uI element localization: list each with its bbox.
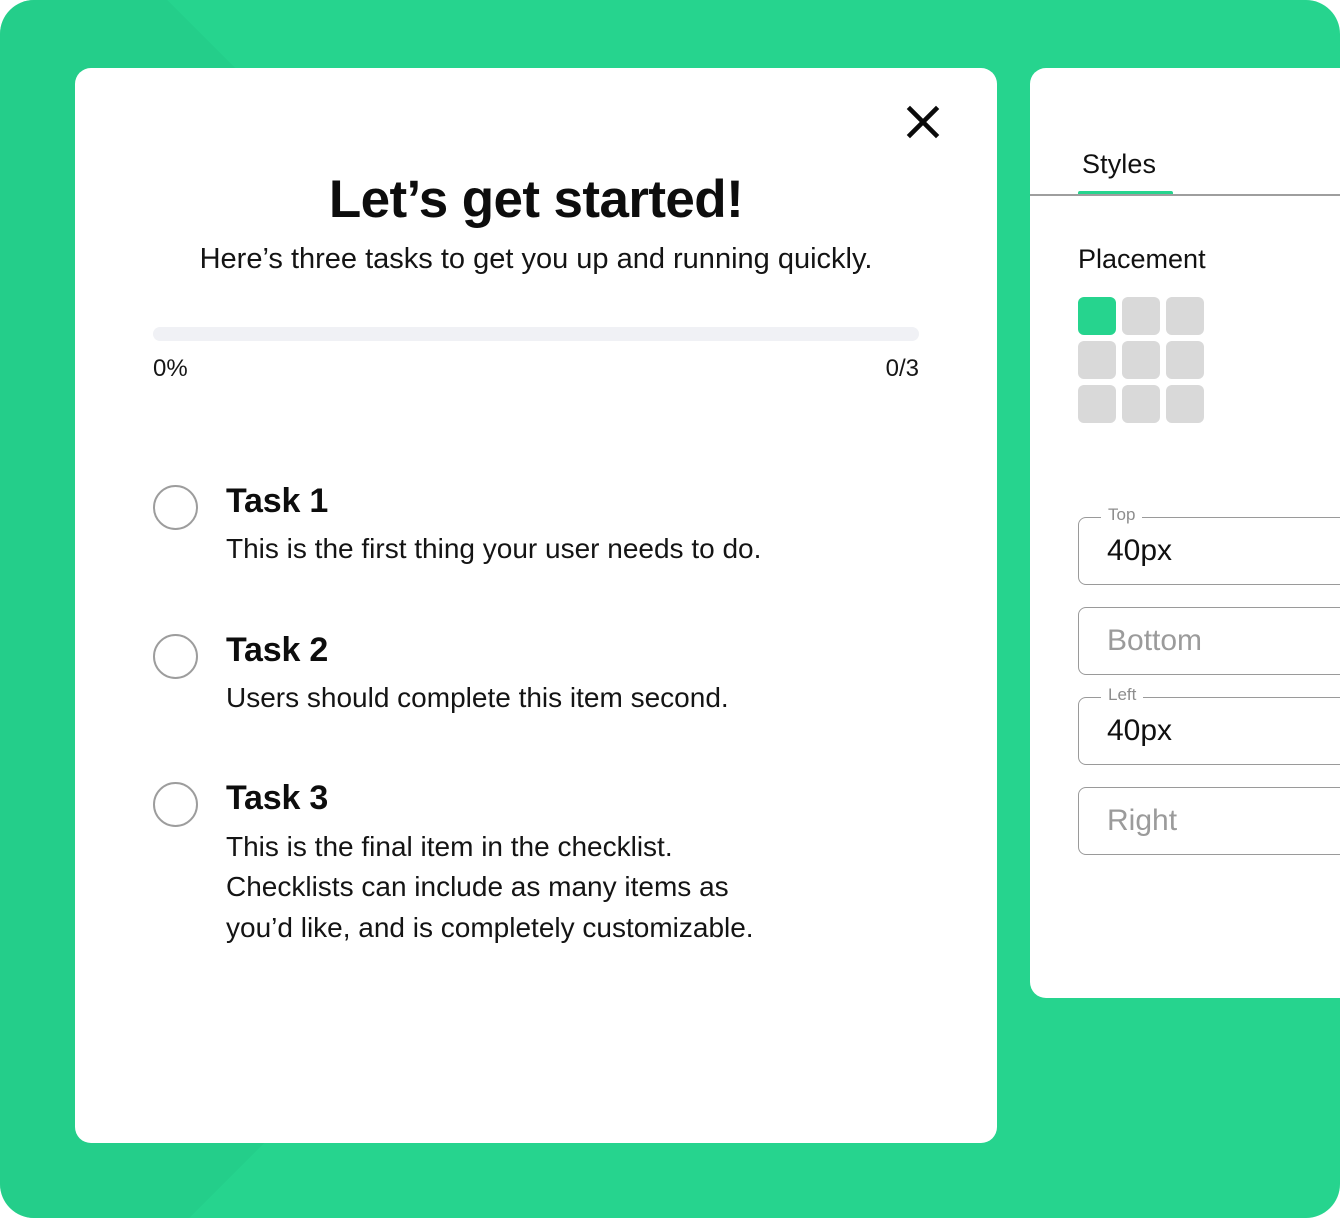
placement-cell-bottom-left[interactable] [1078, 385, 1116, 423]
task-text-group-3: Task 3 This is the final item in the che… [226, 778, 919, 948]
styles-tab-bar: Styles [1030, 68, 1340, 196]
placement-cell-middle-right[interactable] [1166, 341, 1204, 379]
close-icon[interactable] [897, 96, 949, 148]
left-offset-value: 40px [1107, 714, 1173, 747]
progress-section: 0% 0/3 [153, 327, 919, 383]
top-offset-legend: Top [1101, 506, 1143, 523]
bottom-offset-field[interactable]: Bottom [1078, 607, 1340, 675]
placement-cell-middle-left[interactable] [1078, 341, 1116, 379]
placement-label: Placement [1078, 244, 1206, 274]
right-offset-field[interactable]: Right [1078, 787, 1340, 855]
tab-styles[interactable]: Styles [1078, 149, 1160, 196]
right-offset-placeholder: Right [1107, 804, 1178, 837]
progress-bar [153, 327, 919, 342]
checklist-card: Let’s get started! Here’s three tasks to… [75, 68, 997, 1143]
task-list: Task 1 This is the first thing your user… [153, 481, 919, 948]
task-checkbox-1[interactable] [153, 485, 198, 531]
progress-percent-label: 0% [153, 355, 188, 383]
list-item[interactable]: Task 1 This is the first thing your user… [153, 481, 919, 570]
task-title-2: Task 2 [226, 630, 329, 669]
styles-panel: Styles Placement Top 40px Bottom Left 40… [1030, 68, 1340, 998]
task-description-1: This is the first thing your user needs … [226, 533, 762, 565]
task-checkbox-3[interactable] [153, 782, 198, 828]
placement-cell-top-right[interactable] [1166, 297, 1204, 335]
styles-panel-body: Placement W [1030, 196, 1340, 855]
page-subtitle: Here’s three tasks to get you up and run… [199, 243, 873, 276]
placement-cell-bottom-right[interactable] [1166, 385, 1204, 423]
task-title-1: Task 1 [226, 482, 329, 521]
progress-meta: 0% 0/3 [153, 355, 919, 383]
placement-section: Placement [1078, 244, 1206, 445]
task-text-group-1: Task 1 This is the first thing your user… [226, 481, 919, 570]
task-description-2: Users should complete this item second. [226, 681, 729, 713]
task-checkbox-2[interactable] [153, 633, 198, 679]
page-title: Let’s get started! [328, 170, 744, 229]
left-offset-field[interactable]: Left 40px [1078, 686, 1340, 765]
placement-cell-top-left[interactable] [1078, 297, 1116, 335]
placement-and-width-row: Placement W [1030, 196, 1340, 445]
task-title-3: Task 3 [226, 779, 329, 818]
offset-fields: Top 40px Bottom Left 40px Right [1030, 445, 1340, 855]
top-offset-value: 40px [1107, 534, 1173, 567]
list-item[interactable]: Task 3 This is the final item in the che… [153, 778, 919, 948]
screenshot-stage: Styles Placement Top 40px Bottom Left 40… [0, 0, 1340, 1218]
placement-cell-bottom-center[interactable] [1122, 385, 1160, 423]
placement-grid[interactable] [1078, 297, 1206, 423]
placement-cell-top-center[interactable] [1122, 297, 1160, 335]
left-offset-legend: Left [1101, 686, 1144, 703]
task-description-3: This is the final item in the checklist.… [226, 830, 754, 943]
tab-styles-label: Styles [1082, 149, 1157, 179]
placement-cell-middle-center[interactable] [1122, 341, 1160, 379]
list-item[interactable]: Task 2 Users should complete this item s… [153, 630, 919, 719]
top-offset-field[interactable]: Top 40px [1078, 506, 1340, 585]
task-text-group-2: Task 2 Users should complete this item s… [226, 630, 919, 719]
progress-count-label: 0/3 [885, 355, 919, 383]
close-icon-glyph [906, 105, 940, 139]
bottom-offset-placeholder: Bottom [1107, 624, 1203, 657]
